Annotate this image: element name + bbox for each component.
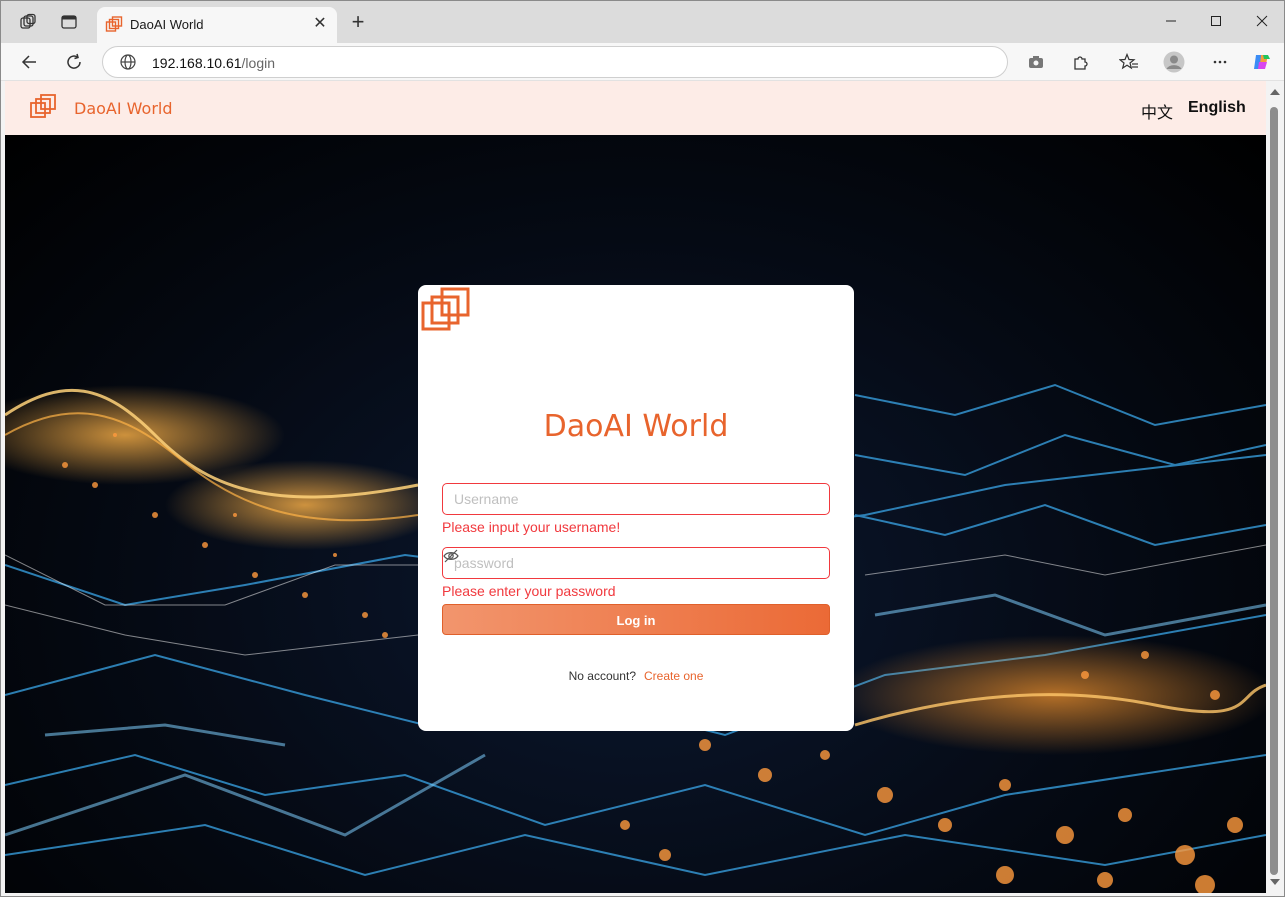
- url-path: /login: [241, 55, 275, 71]
- login-title: DaoAI World: [543, 409, 729, 444]
- password-input[interactable]: [454, 548, 794, 578]
- close-window-icon[interactable]: [1252, 11, 1272, 31]
- daoai-logo-icon[interactable]: [29, 93, 59, 123]
- navigation-bar: 192.168.10.61/login: [1, 43, 1284, 81]
- scrollbar-thumb[interactable]: [1270, 107, 1278, 875]
- username-input[interactable]: [454, 484, 794, 514]
- password-field[interactable]: [442, 547, 830, 579]
- hero-background: DaoAI World Please input your username! …: [5, 135, 1266, 893]
- scroll-up-icon[interactable]: [1270, 89, 1280, 95]
- username-field[interactable]: [442, 483, 830, 515]
- tab-title: DaoAI World: [130, 17, 204, 32]
- signup-row: No account? Create one: [418, 669, 854, 683]
- username-error: Please input your username!: [442, 519, 621, 535]
- url-host: 192.168.10.61: [152, 55, 242, 71]
- create-account-link[interactable]: Create one: [644, 669, 703, 683]
- favorites-icon[interactable]: [1118, 51, 1140, 73]
- minimize-icon[interactable]: [1161, 11, 1181, 31]
- profile-avatar-icon[interactable]: [1163, 51, 1185, 73]
- page-scrollbar[interactable]: [1266, 81, 1284, 893]
- new-tab-icon[interactable]: +: [347, 11, 369, 34]
- address-bar[interactable]: 192.168.10.61/login: [102, 46, 1008, 78]
- workspaces-icon[interactable]: [18, 12, 38, 32]
- extensions-icon[interactable]: [1069, 51, 1091, 73]
- daoai-logo-large-icon: [421, 287, 470, 331]
- browser-window: DaoAI World ✕ + 192.168.10.61/login DaoA…: [0, 0, 1285, 897]
- language-english-link[interactable]: English: [1188, 99, 1246, 117]
- globe-icon: [120, 54, 136, 70]
- tab-daoai-world[interactable]: DaoAI World ✕: [97, 7, 337, 43]
- refresh-icon[interactable]: [63, 51, 85, 73]
- back-icon[interactable]: [18, 51, 40, 73]
- screenshot-icon[interactable]: [1025, 51, 1047, 73]
- scroll-down-icon[interactable]: [1270, 879, 1280, 885]
- login-card: DaoAI World Please input your username! …: [418, 285, 854, 731]
- tab-strip: DaoAI World ✕ +: [1, 1, 1284, 43]
- page-viewport: DaoAI World 中文 English DaoAI World Usern…: [5, 81, 1266, 893]
- more-menu-icon[interactable]: [1209, 51, 1231, 73]
- language-chinese-link[interactable]: 中文: [1141, 99, 1173, 123]
- header-brand[interactable]: DaoAI World: [74, 99, 173, 118]
- password-error: Please enter your password: [442, 583, 616, 599]
- eye-hidden-icon[interactable]: [443, 548, 459, 564]
- vertical-tabs-icon[interactable]: [59, 12, 79, 32]
- login-button[interactable]: Log in: [442, 604, 830, 635]
- no-account-text: No account?: [568, 669, 636, 683]
- copilot-icon[interactable]: [1251, 51, 1273, 73]
- maximize-icon[interactable]: [1206, 11, 1226, 31]
- url-text: 192.168.10.61/login: [152, 55, 275, 71]
- close-tab-icon[interactable]: ✕: [311, 15, 329, 33]
- site-header: DaoAI World 中文 English: [5, 81, 1266, 135]
- daoai-favicon-icon: [105, 16, 123, 32]
